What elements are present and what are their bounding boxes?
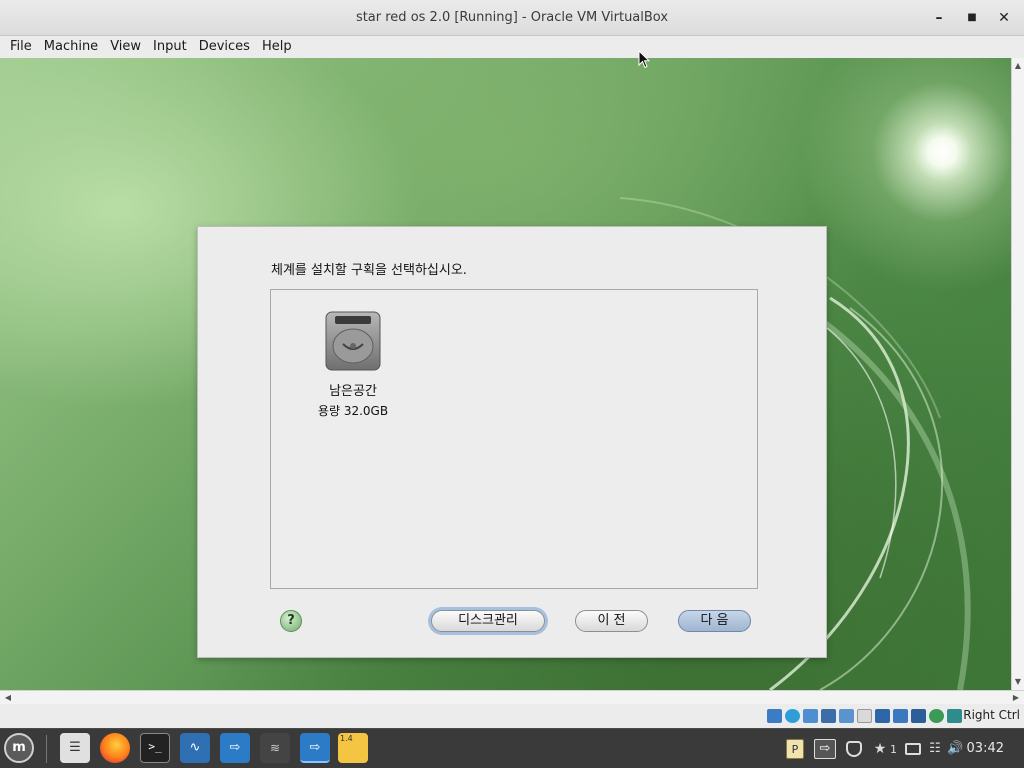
scroll-right-icon[interactable]: ▶ [1010, 691, 1022, 704]
disk-manager-button[interactable]: 디스크관리 [431, 610, 545, 632]
shared-folders-icon[interactable] [857, 709, 872, 723]
video-capture-icon[interactable] [893, 709, 908, 723]
horizontal-scrollbar[interactable]: ◀ ▶ [0, 690, 1024, 704]
maximize-button[interactable]: ■ [960, 6, 984, 30]
menu-machine[interactable]: Machine [38, 36, 104, 58]
window-titlebar: star red os 2.0 [Running] - Oracle VM Vi… [0, 0, 1024, 36]
disk-item-free-space[interactable]: 남은공간 용량 32.0GB [309, 310, 397, 419]
network-icon[interactable] [821, 709, 836, 723]
minimize-icon: – [935, 10, 943, 26]
terminal-icon[interactable]: >_ [140, 733, 170, 763]
vbox-status-bar: Right Ctrl [0, 704, 1024, 728]
window-title: star red os 2.0 [Running] - Oracle VM Vi… [355, 10, 669, 25]
clipboard-icon[interactable]: P [786, 739, 804, 759]
audio-icon[interactable] [803, 709, 818, 723]
scroll-down-icon[interactable]: ▼ [1012, 676, 1024, 688]
scroll-left-icon[interactable]: ◀ [2, 691, 14, 704]
close-button[interactable]: ✕ [992, 6, 1016, 30]
installer-dialog: 체계를 설치할 구획을 선택하십시오. 남은공간 용량 32.0GB ? 디스크… [197, 226, 827, 658]
notes-icon[interactable]: 1.4 [338, 733, 368, 763]
optical-drive-icon[interactable] [785, 709, 800, 723]
next-button[interactable]: 다 음 [678, 610, 751, 632]
mouse-pointer-icon [638, 50, 650, 69]
system-monitor-icon[interactable]: ∿ [180, 733, 210, 763]
wireshark-icon[interactable]: ≋ [260, 733, 290, 763]
dialog-prompt: 체계를 설치할 구획을 선택하십시오. [271, 263, 467, 278]
minimize-button[interactable]: – [927, 6, 951, 30]
disk-name: 남은공간 [329, 384, 377, 399]
virtualbox-icon[interactable]: ⇨ [300, 733, 330, 763]
display-icon[interactable] [875, 709, 890, 723]
hard-disk-icon [323, 310, 383, 372]
keyboard-icon[interactable] [929, 709, 944, 723]
virtualbox-tray-icon[interactable]: ⇨ [814, 739, 836, 759]
volume-icon[interactable]: 🔊 [947, 741, 963, 757]
virtualbox-icon[interactable]: ⇨ [220, 733, 250, 763]
shield-icon[interactable] [846, 741, 862, 757]
vertical-scrollbar[interactable]: ▲ ▼ [1011, 58, 1024, 690]
taskbar-separator [46, 735, 47, 763]
notes-badge: 1.4 [340, 734, 353, 743]
menu-devices[interactable]: Devices [193, 36, 256, 58]
network-icon[interactable]: ☷ [927, 741, 943, 757]
vm-display[interactable]: 체계를 설치할 구획을 선택하십시오. 남은공간 용량 32.0GB ? 디스크… [0, 58, 1011, 690]
hard-disk-icon[interactable] [767, 709, 782, 723]
usb-icon[interactable] [839, 709, 854, 723]
host-taskbar: m ☰ >_ ∿ ⇨ ≋ ⇨ 1.4 P ⇨ ★ 1 ☷ 🔊 03:42 [0, 728, 1024, 768]
menu-file[interactable]: File [4, 36, 38, 58]
system-tray: P ⇨ ★ 1 ☷ 🔊 [786, 729, 963, 768]
partition-list[interactable]: 남은공간 용량 32.0GB [270, 289, 758, 589]
maximize-icon: ■ [967, 12, 977, 23]
mouse-integration-icon[interactable] [911, 709, 926, 723]
help-button[interactable]: ? [280, 610, 302, 632]
menu-bar: File Machine View Input Devices Help [0, 36, 1024, 58]
firefox-icon[interactable] [100, 733, 130, 763]
disk-size: 용량 32.0GB [317, 404, 389, 418]
menu-input[interactable]: Input [147, 36, 193, 58]
arrow-icon[interactable] [947, 709, 962, 723]
display-icon[interactable] [905, 743, 921, 755]
menu-view[interactable]: View [104, 36, 147, 58]
menu-help[interactable]: Help [256, 36, 298, 58]
scroll-up-icon[interactable]: ▲ [1012, 60, 1024, 72]
back-button[interactable]: 이 전 [575, 610, 648, 632]
close-icon: ✕ [998, 10, 1010, 26]
clock[interactable]: 03:42 [967, 741, 1004, 756]
update-count: 1 [890, 742, 897, 756]
mint-menu-icon[interactable]: m [4, 733, 34, 763]
update-icon[interactable]: ★ [872, 741, 888, 757]
host-key-label: Right Ctrl [963, 708, 1020, 722]
file-manager-icon[interactable]: ☰ [60, 733, 90, 763]
